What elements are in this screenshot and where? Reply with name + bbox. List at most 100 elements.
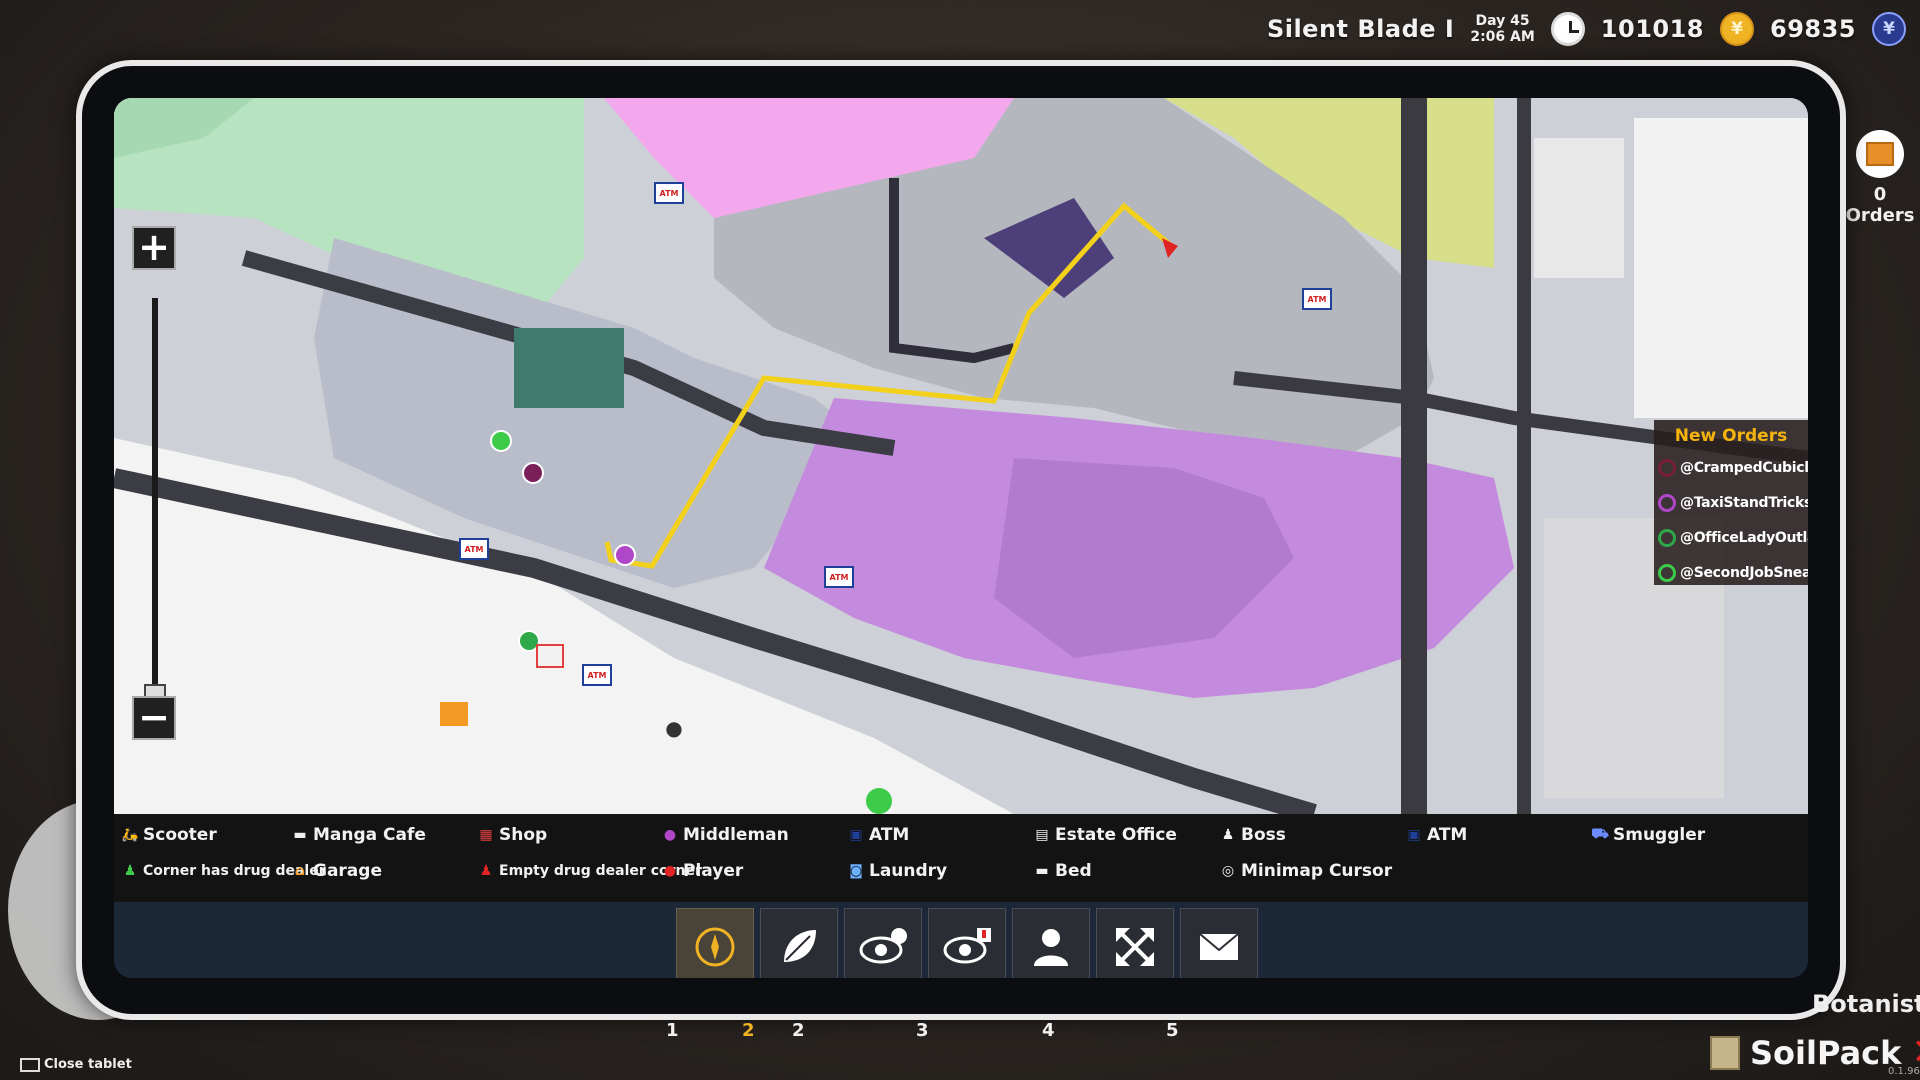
legend-atm: ▣ ATM	[846, 822, 909, 848]
version-label: 0.1.96	[1888, 1066, 1920, 1077]
player-arrow-marker[interactable]	[866, 788, 892, 814]
equipped-item-name: SoilPack	[1750, 1033, 1902, 1072]
customer-icon	[1658, 493, 1676, 512]
atm-marker[interactable]: ATM	[459, 538, 489, 560]
atm-marker[interactable]: ATM	[824, 566, 854, 588]
new-orders-panel: New Orders @CrampedCubicleConvict @TaxiS…	[1654, 420, 1808, 585]
top-hud: Silent Blade I Day 45 2:06 AM 101018 ¥ 6…	[1267, 0, 1920, 58]
order-row[interactable]: @SecondJobSneak	[1654, 555, 1808, 590]
hotkey-number: 2	[742, 1020, 755, 1041]
order-customer: @SecondJobSneak	[1680, 564, 1808, 581]
tablet: + − ATM ATM ATM ATM ATM ● New Orders @Cr…	[76, 60, 1846, 1020]
player-name: Silent Blade I	[1266, 15, 1455, 43]
cursor-target-icon: ◎	[1221, 863, 1235, 879]
person-button[interactable]	[1012, 908, 1090, 978]
yen-coin-icon: ¥	[1720, 12, 1754, 46]
legend-scooter: 🛵 Scooter	[121, 825, 217, 845]
legend-bed: ▬ Bed	[1032, 858, 1091, 884]
order-row[interactable]: @TaxiStandTrickster	[1654, 485, 1808, 520]
botanists-label: Botanists	[1812, 990, 1920, 1018]
compass-button[interactable]	[676, 908, 754, 978]
atm-marker[interactable]: ATM	[654, 182, 684, 204]
eye-alert-icon	[943, 928, 991, 964]
scooter-icon: 🛵	[121, 827, 139, 843]
legend-smuggler: ⛟ Smuggler	[1591, 825, 1706, 845]
expand-button[interactable]	[1096, 908, 1174, 978]
estate-office-icon: ▤	[1035, 827, 1049, 843]
eye-alert-button[interactable]	[928, 908, 1006, 978]
new-orders-title: New Orders	[1674, 426, 1788, 446]
bed-icon: ▬	[293, 827, 307, 843]
hotkey-number: 3	[916, 1020, 929, 1041]
close-tablet-hint[interactable]: Close tablet	[20, 1057, 132, 1072]
atm-marker[interactable]: ATM	[1302, 288, 1332, 310]
hotkey-number: 2	[792, 1020, 805, 1041]
middleman-icon: ●	[663, 827, 677, 843]
customer-icon	[1658, 528, 1676, 547]
mail-icon	[1199, 933, 1239, 960]
tablet-screen: + − ATM ATM ATM ATM ATM ● New Orders @Cr…	[114, 98, 1808, 978]
time-label: 2:06 AM	[1470, 29, 1535, 45]
hotkey-number: 1	[666, 1020, 679, 1041]
bed-icon: ▬	[1035, 863, 1049, 879]
boss-icon: ♟	[1221, 827, 1235, 843]
eye-timer-icon	[859, 928, 907, 964]
laundry-icon: ◙	[849, 863, 863, 879]
order-row[interactable]: @CrampedCubicleConvict	[1654, 450, 1808, 485]
legend-middleman: ● Middleman	[660, 822, 789, 848]
keyboard-key-icon	[20, 1057, 40, 1072]
zoom-slider-track[interactable]	[152, 298, 158, 698]
zoom-in-button[interactable]: +	[132, 226, 176, 270]
legend-estate-office: ▤ Estate Office	[1032, 822, 1177, 848]
orders-count: 0 Orders	[1845, 184, 1915, 226]
expand-icon	[1116, 928, 1154, 966]
compass-icon	[695, 927, 735, 967]
day-time: Day 45 2:06 AM	[1470, 13, 1534, 45]
legend-manga-cafe: ▬ Manga Cafe	[290, 822, 426, 848]
middleman-marker[interactable]	[522, 462, 544, 484]
customer-icon	[1658, 458, 1676, 477]
mail-button[interactable]	[1180, 908, 1258, 978]
tablet-toolbar	[114, 902, 1808, 978]
order-customer: @OfficeLadyOutlaw	[1680, 529, 1808, 546]
cash-amount: 101018	[1600, 15, 1704, 43]
soil-bag-icon	[1710, 1035, 1740, 1070]
customer-icon	[1658, 563, 1676, 582]
legend-boss: ♟ Boss	[1218, 822, 1286, 848]
box-icon	[1856, 130, 1904, 178]
city-map[interactable]: + − ATM ATM ATM ATM ATM ● New Orders @Cr…	[114, 98, 1808, 814]
atm-icon: ▣	[1407, 827, 1421, 843]
garage-marker[interactable]	[440, 702, 468, 726]
orders-widget[interactable]: 0 Orders	[1840, 130, 1920, 226]
legend-laundry: ◙ Laundry	[846, 858, 947, 884]
map-legend: 🛵 Scooter ▬ Manga Cafe ▦ Shop ● Middleman ▣ A…	[114, 814, 1808, 902]
legend-player: ● Player	[660, 858, 743, 884]
corner-dealer-marker[interactable]	[490, 430, 512, 452]
hotkey-number: 5	[1166, 1020, 1179, 1041]
map-canvas	[114, 98, 1808, 814]
shop-marker[interactable]	[536, 644, 564, 668]
person-icon	[1034, 929, 1068, 966]
leaf-button[interactable]	[760, 908, 838, 978]
zoom-out-button[interactable]: −	[132, 696, 176, 740]
hotkey-number: 4	[1042, 1020, 1055, 1041]
atm-marker[interactable]: ATM	[582, 664, 612, 686]
eye-timer-button[interactable]	[844, 908, 922, 978]
dealer-red-icon: ♟	[479, 863, 493, 879]
legend-garage: ⌂ Garage	[290, 858, 382, 884]
order-row[interactable]: @OfficeLadyOutlaw	[1654, 520, 1808, 555]
cart-icon: ⛟	[1591, 826, 1609, 842]
location-pin-icon: ●	[663, 863, 677, 879]
order-customer: @TaxiStandTrickster	[1680, 494, 1808, 511]
garage-icon: ⌂	[294, 863, 306, 879]
token-coin-icon: ¥	[1872, 12, 1906, 46]
middleman-marker[interactable]	[614, 544, 636, 566]
clock-icon	[1550, 12, 1585, 46]
order-customer: @CrampedCubicleConvict	[1680, 459, 1808, 476]
legend-atm-2: ▣ ATM	[1404, 822, 1467, 848]
leaf-icon	[784, 930, 816, 962]
shop-icon: ▦	[479, 827, 493, 843]
boss-marker[interactable]: ●	[662, 716, 686, 740]
legend-shop: ▦ Shop	[476, 822, 547, 848]
day-label: Day 45	[1475, 13, 1530, 29]
